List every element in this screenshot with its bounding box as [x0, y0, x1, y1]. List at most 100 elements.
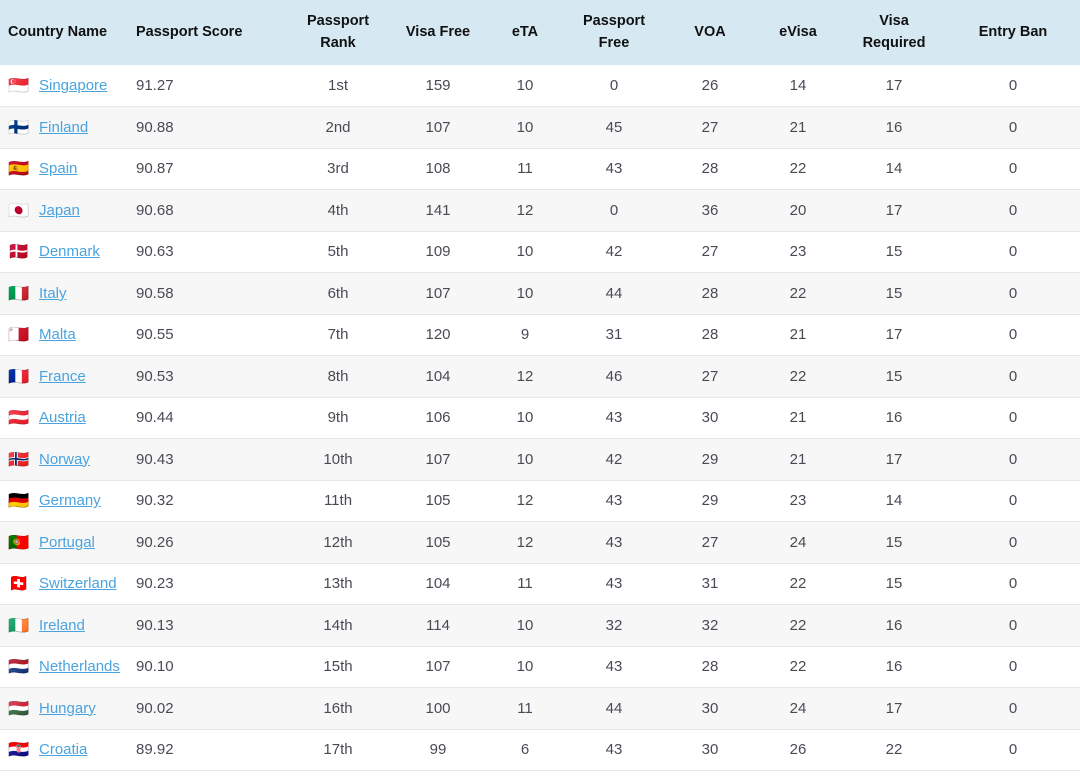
country-link[interactable]: Austria: [39, 409, 86, 426]
cell-rank: 2nd: [325, 118, 351, 136]
country-link[interactable]: Hungary: [39, 700, 96, 717]
cell-country-name: 🇫🇷 France: [0, 356, 128, 398]
column-header-passport-rank[interactable]: Passport Rank: [288, 0, 388, 65]
column-header-country-name[interactable]: Country Name: [0, 0, 128, 65]
country-cell: 🇳🇱 Netherlands: [8, 658, 120, 675]
cell-vreq: 14: [885, 492, 903, 510]
cell-evisa: 21: [789, 118, 807, 136]
cell-evisa: 24: [789, 699, 807, 717]
table-row[interactable]: 🇫🇷 France 90.53 8th 104 12 46 27 22 15 0: [0, 355, 1080, 398]
cell-visafree: 107: [425, 658, 451, 676]
cell-rank: 13th: [323, 575, 353, 593]
cell-country-name: 🇸🇬 Singapore: [0, 65, 128, 107]
cell-ban: 0: [1008, 284, 1018, 302]
cell-eta: 12: [516, 533, 534, 551]
cell-eta: 10: [516, 658, 534, 676]
country-link[interactable]: Switzerland: [39, 575, 117, 592]
table-row[interactable]: 🇩🇪 Germany 90.32 11th 105 12 43 29 23 14 0: [0, 480, 1080, 522]
cell-visafree: 104: [425, 367, 451, 385]
cell-passport-score: 90.58: [136, 284, 174, 302]
country-link[interactable]: Portugal: [39, 534, 95, 551]
country-link[interactable]: Netherlands: [39, 658, 120, 675]
table-row[interactable]: 🇵🇹 Portugal 90.26 12th 105 12 43 27 24 15 0: [0, 521, 1080, 563]
column-header-visa-required[interactable]: Visa Required: [842, 0, 946, 65]
table-row[interactable]: 🇩🇰 Denmark 90.63 5th 109 10 42 27 23 15 0: [0, 231, 1080, 273]
cell-vreq: 16: [885, 409, 903, 427]
country-cell: 🇯🇵 Japan: [8, 202, 120, 219]
country-link[interactable]: Denmark: [39, 243, 100, 260]
cell-voa: 27: [701, 533, 719, 551]
cell-passport-score: 90.13: [136, 616, 174, 634]
cell-vreq: 17: [885, 201, 903, 219]
country-cell: 🇨🇭 Switzerland: [8, 575, 120, 592]
cell-voa: 27: [701, 243, 719, 261]
cell-ban: 0: [1008, 201, 1018, 219]
table-row[interactable]: 🇯🇵 Japan 90.68 4th 141 12 0 36 20 17 0: [0, 189, 1080, 231]
country-link[interactable]: France: [39, 368, 86, 385]
cell-eta: 12: [516, 492, 534, 510]
country-link[interactable]: Malta: [39, 326, 76, 343]
column-header-eta[interactable]: eTA: [488, 0, 562, 65]
table-row[interactable]: 🇳🇱 Netherlands 90.10 15th 107 10 43 28 22 16 0: [0, 646, 1080, 688]
table-row[interactable]: 🇫🇮 Finland 90.88 2nd 107 10 45 27 21 16 0: [0, 106, 1080, 148]
country-link[interactable]: Croatia: [39, 741, 87, 758]
cell-visafree: 107: [425, 450, 451, 468]
country-link[interactable]: Spain: [39, 160, 77, 177]
table-row[interactable]: 🇸🇬 Singapore 91.27 1st 159 10 0 26 14 17 0: [0, 65, 1080, 107]
column-header-evisa[interactable]: eVisa: [754, 0, 842, 65]
table-row[interactable]: 🇲🇹 Malta 90.55 7th 120 9 31 28 21 17 0: [0, 314, 1080, 356]
cell-voa: 28: [701, 284, 719, 302]
country-link[interactable]: Ireland: [39, 617, 85, 634]
cell-rank: 5th: [327, 243, 349, 261]
column-header-entry-ban[interactable]: Entry Ban: [946, 0, 1080, 65]
cell-pfree: 42: [605, 243, 623, 261]
cell-rank: 15th: [323, 658, 353, 676]
column-header-visa-free[interactable]: Visa Free: [388, 0, 488, 65]
cell-passport-score: 91.27: [136, 77, 174, 94]
cell-rank: 11th: [323, 492, 353, 510]
country-cell: 🇲🇹 Malta: [8, 326, 120, 343]
country-link[interactable]: Italy: [39, 285, 67, 302]
table-header: Country Name Passport Score Passport Ran…: [0, 0, 1080, 65]
cell-vreq: 16: [885, 118, 903, 136]
flag-spain-icon: 🇪🇸: [8, 159, 30, 179]
cell-passport-score: 90.88: [136, 118, 174, 136]
cell-passport-score: 90.23: [136, 575, 174, 593]
country-cell: 🇮🇹 Italy: [8, 285, 120, 302]
cell-rank: 6th: [327, 284, 349, 302]
table-row[interactable]: 🇳🇴 Norway 90.43 10th 107 10 42 29 21 17 0: [0, 438, 1080, 481]
cell-country-name: 🇩🇪 Germany: [0, 480, 128, 522]
table-row[interactable]: 🇪🇸 Spain 90.87 3rd 108 11 43 28 22 14 0: [0, 148, 1080, 190]
country-link[interactable]: Germany: [39, 492, 101, 509]
cell-passport-score: 90.10: [136, 658, 174, 676]
country-link[interactable]: Japan: [39, 202, 80, 219]
flag-switzerland-icon: 🇨🇭: [8, 574, 30, 594]
column-header-passport-free[interactable]: Passport Free: [562, 0, 666, 65]
column-header-passport-score[interactable]: Passport Score: [128, 0, 288, 65]
cell-ban: 0: [1008, 658, 1018, 676]
table-row[interactable]: 🇮🇪 Ireland 90.13 14th 114 10 32 32 22 16 0: [0, 604, 1080, 646]
cell-rank: 7th: [327, 326, 349, 344]
cell-visafree: 106: [425, 409, 451, 427]
cell-rank: 3rd: [327, 160, 349, 178]
table-row[interactable]: 🇦🇹 Austria 90.44 9th 106 10 43 30 21 16 0: [0, 397, 1080, 439]
country-link[interactable]: Norway: [39, 451, 90, 468]
country-link[interactable]: Finland: [39, 119, 88, 136]
flag-austria-icon: 🇦🇹: [8, 408, 30, 428]
country-cell: 🇫🇷 France: [8, 368, 120, 385]
cell-rank: 12th: [323, 533, 353, 551]
table-row[interactable]: 🇮🇹 Italy 90.58 6th 107 10 44 28 22 15 0: [0, 272, 1080, 314]
table-row[interactable]: 🇭🇺 Hungary 90.02 16th 100 11 44 30 24 17 0: [0, 687, 1080, 729]
cell-eta: 10: [516, 409, 534, 427]
table-row[interactable]: 🇭🇷 Croatia 89.92 17th 99 6 43 30 26 22 0: [0, 729, 1080, 771]
cell-evisa: 20: [789, 201, 807, 219]
table-row[interactable]: 🇨🇭 Switzerland 90.23 13th 104 11 43 31 22 15 0: [0, 563, 1080, 605]
cell-ban: 0: [1008, 699, 1018, 717]
cell-rank: 14th: [323, 616, 353, 634]
cell-country-name: 🇳🇴 Norway: [0, 439, 128, 481]
column-header-voa[interactable]: VOA: [666, 0, 754, 65]
cell-voa: 28: [701, 160, 719, 178]
cell-voa: 28: [701, 658, 719, 676]
country-link[interactable]: Singapore: [39, 77, 107, 94]
cell-vreq: 16: [885, 658, 903, 676]
